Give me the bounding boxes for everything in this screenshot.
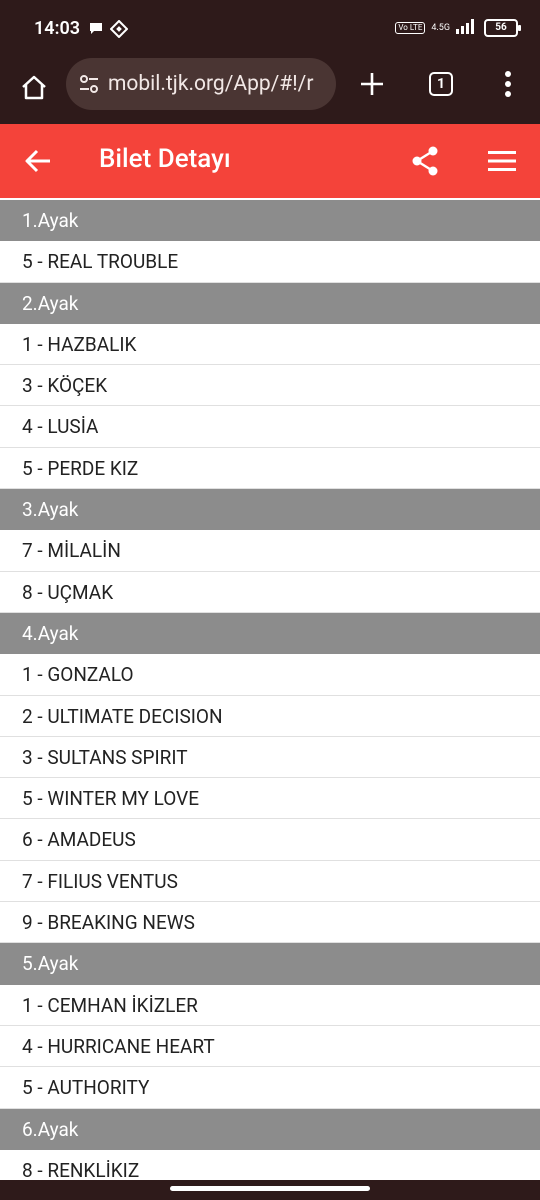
share-button[interactable]: [405, 141, 445, 181]
tab-switcher-button[interactable]: 1: [421, 64, 461, 104]
horse-row: 5 - WINTER MY LOVE: [0, 778, 540, 820]
battery-icon: 56: [484, 19, 521, 37]
leg-header: 3.Ayak: [0, 489, 540, 531]
new-tab-button[interactable]: [352, 64, 392, 104]
diamond-app-icon: [109, 19, 129, 42]
back-button[interactable]: [18, 141, 58, 181]
address-bar[interactable]: mobil.tjk.org/App/#!/r: [66, 58, 336, 110]
plus-icon: [361, 73, 383, 95]
horse-row: 3 - SULTANS SPIRIT: [0, 736, 540, 779]
gesture-handle[interactable]: [170, 1186, 370, 1191]
url-text: mobil.tjk.org/App/#!/r: [108, 72, 314, 96]
leg-header: 1.Ayak: [0, 200, 540, 242]
horse-row: 8 - UÇMAK: [0, 571, 540, 613]
more-vert-icon: [505, 71, 511, 97]
network-type: 4.5G: [431, 22, 450, 33]
horse-row: 1 - CEMHAN İKİZLER: [0, 984, 540, 1026]
horse-row: 4 - HURRICANE HEART: [0, 1025, 540, 1068]
horse-row: 4 - LUSİA: [0, 406, 540, 448]
browser-toolbar: mobil.tjk.org/App/#!/r 1: [0, 58, 540, 124]
horse-row: 5 - REAL TROUBLE: [0, 241, 540, 283]
page-title: Bilet Detayı: [99, 144, 231, 174]
gesture-nav-area: [0, 1180, 540, 1200]
horse-row: 7 - FILIUS VENTUS: [0, 860, 540, 903]
home-button[interactable]: [14, 68, 54, 108]
share-icon: [412, 146, 438, 176]
tab-count: 1: [429, 72, 453, 96]
app-header: Bilet Detayı: [0, 124, 540, 198]
horse-row: 7 - MİLALİN: [0, 530, 540, 572]
site-settings-icon[interactable]: [78, 73, 100, 95]
leg-header: 4.Ayak: [0, 612, 540, 655]
menu-button[interactable]: [482, 141, 522, 181]
horse-row: 9 - BREAKING NEWS: [0, 902, 540, 944]
leg-header: 5.Ayak: [0, 943, 540, 985]
horse-row: 2 - ULTIMATE DECISION: [0, 695, 540, 737]
ticket-leg-list: 1.Ayak 5 - REAL TROUBLE 2.Ayak 1 - HAZBALIK…: [0, 200, 540, 1192]
horse-row: 6 - AMADEUS: [0, 819, 540, 861]
horse-row: 1 - HAZBALIK: [0, 323, 540, 366]
horse-row: 1 - GONZALO: [0, 654, 540, 696]
leg-header: 6.Ayak: [0, 1108, 540, 1150]
status-time: 14:03: [34, 18, 81, 39]
horse-row: 5 - PERDE KIZ: [0, 447, 540, 490]
chat-bubble-icon: [88, 20, 104, 40]
leg-header: 2.Ayak: [0, 282, 540, 324]
signal-icon: [456, 18, 478, 38]
browser-menu-button[interactable]: [488, 64, 528, 104]
volte-badge: Vo LTE: [395, 22, 426, 34]
horse-row: 3 - KÖÇEK: [0, 365, 540, 407]
back-arrow-icon: [25, 149, 50, 173]
status-bar: 14:03 Vo LTE 4.5G 56: [0, 0, 540, 58]
hamburger-icon: [488, 151, 516, 171]
home-icon: [22, 75, 46, 100]
horse-row: 5 - AUTHORITY: [0, 1067, 540, 1109]
status-indicators: Vo LTE 4.5G 56: [395, 18, 521, 38]
